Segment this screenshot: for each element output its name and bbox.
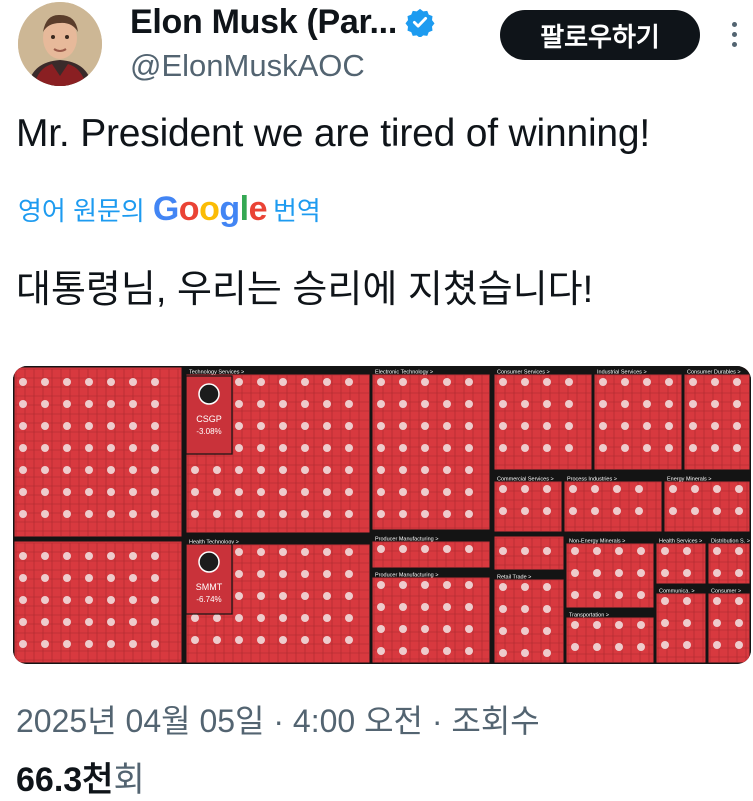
display-name[interactable]: Elon Musk (Par... (130, 3, 397, 42)
timestamp-views-label: 2025년 04월 05일 · 4:00 오전 · 조회수 (16, 703, 540, 739)
sector-label: Electronic Technology > (375, 370, 433, 376)
sector-label: Consumer Durables > (687, 370, 741, 376)
sector-label: Energy Minerals > (667, 477, 711, 483)
sector-label: Process Industries > (567, 477, 617, 483)
views-number: 66.3천 (16, 761, 114, 799)
translate-prefix: 영어 원문의 (18, 196, 145, 226)
sector-label: Consumer Services > (497, 370, 550, 376)
ticker-change: -6.74% (196, 595, 221, 604)
verified-badge-icon (405, 8, 435, 37)
avatar[interactable] (18, 2, 102, 86)
google-logo: Google (152, 190, 268, 228)
sector-label: Transportation > (569, 613, 609, 619)
sector-label: Commercial Services > (497, 477, 554, 483)
sector-label: Distribution S. > (711, 539, 750, 545)
sector-block (664, 474, 750, 532)
sector-label: Technology Services > (189, 370, 244, 376)
more-options-icon[interactable] (722, 18, 746, 58)
tweet-text: Mr. President we are tired of winning! (16, 112, 651, 155)
sector-block (494, 474, 562, 532)
ticker-label: CSGP (196, 414, 222, 424)
market-heatmap: Technology Services > Electronic Technolo… (13, 366, 751, 664)
ticker-label: SMMT (196, 582, 223, 592)
sector-label: Retail Trade > (497, 575, 531, 581)
sector-label: Producer Manufacturing > (375, 573, 438, 579)
sector-label: Consumer > (711, 589, 741, 595)
avatar-image (18, 2, 102, 86)
user-handle[interactable]: @ElonMuskAOC (130, 48, 365, 84)
sector-label: Communica. > (659, 589, 695, 595)
sector-label: Industrial Services > (597, 370, 647, 376)
heatmap-image[interactable]: Technology Services > Electronic Technolo… (13, 366, 751, 664)
sector-label: Producer Manufacturing > (375, 537, 438, 543)
views-unit: 회 (113, 761, 145, 799)
views-count: 66.3천회 (16, 752, 145, 801)
translate-suffix: 번역 (273, 196, 321, 226)
sector-label: Non-Energy Minerals > (569, 539, 625, 545)
translated-text: 대통령님, 우리는 승리에 지쳤습니다! (16, 269, 594, 311)
sector-label: Health Services > (659, 539, 702, 545)
google-translate-link[interactable]: 영어 원문의 Google 번역 (18, 190, 321, 229)
follow-button[interactable]: 팔로우하기 (500, 10, 700, 60)
ticker-change: -3.08% (196, 427, 221, 436)
